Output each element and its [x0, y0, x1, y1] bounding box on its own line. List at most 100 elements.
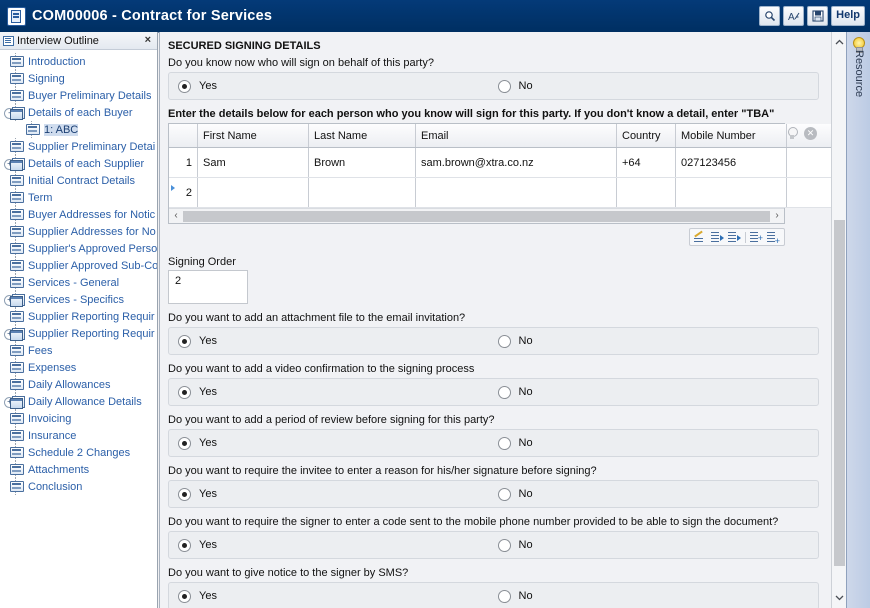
- grid-col-country[interactable]: Country: [616, 124, 676, 148]
- question-label-0: Do you know now who will sign on behalf …: [168, 57, 434, 69]
- font-size-icon[interactable]: A: [783, 6, 805, 26]
- radio-option-yes-5[interactable]: Yes: [169, 538, 494, 552]
- sidebar-item-services-specifics[interactable]: + Services - Specifics: [0, 291, 157, 308]
- grid-col-last-name[interactable]: Last Name: [308, 124, 416, 148]
- grid-scroll-left-icon[interactable]: ‹: [169, 210, 183, 222]
- cell-mobile[interactable]: [675, 177, 787, 208]
- sidebar-item-services-general[interactable]: Services - General: [0, 274, 157, 291]
- grid-col-mobile[interactable]: Mobile Number: [675, 124, 787, 148]
- cell-extra[interactable]: [786, 177, 831, 208]
- sidebar-item-conclusion[interactable]: Conclusion: [0, 478, 157, 495]
- radio-indicator-no-0[interactable]: [497, 79, 511, 93]
- table-row[interactable]: 2: [169, 177, 831, 208]
- signing-order-input[interactable]: 2: [168, 270, 248, 304]
- sidebar-item-initial-contract-details[interactable]: Initial Contract Details: [0, 172, 157, 189]
- cell-country[interactable]: [616, 177, 676, 208]
- sidebar-item-daily-allowances[interactable]: Daily Allowances: [0, 376, 157, 393]
- sidebar-item-term[interactable]: Term: [0, 189, 157, 206]
- row-number-cell[interactable]: 1: [169, 147, 198, 178]
- row-number-cell[interactable]: 2: [169, 177, 198, 208]
- radio-option-yes-6[interactable]: Yes: [169, 589, 494, 603]
- radio-option-yes-1[interactable]: Yes: [169, 334, 494, 348]
- sidebar-item-supplier-s-approved-perso[interactable]: Supplier's Approved Perso: [0, 240, 157, 257]
- scrollbar-thumb[interactable]: [834, 220, 845, 566]
- lightbulb-icon[interactable]: [787, 127, 798, 141]
- sidebar-item-details-of-each-buyer[interactable]: - Details of each Buyer: [0, 104, 157, 121]
- grid-edit-button[interactable]: [694, 230, 707, 243]
- sidebar-item-invoicing[interactable]: Invoicing: [0, 410, 157, 427]
- sidebar-item-supplier-reporting-requir[interactable]: + Supplier Reporting Requir: [0, 325, 157, 342]
- radio-indicator-no-2[interactable]: [497, 385, 511, 399]
- cell-country[interactable]: +64: [616, 147, 676, 178]
- grid-scroll-thumb[interactable]: [183, 210, 770, 222]
- cell-email[interactable]: sam.brown@xtra.co.nz: [415, 147, 617, 178]
- sidebar-item-1-abc[interactable]: 1: ABC: [0, 121, 157, 138]
- grid-header-row: First Name Last Name Email Country Mobil…: [169, 124, 831, 148]
- help-button[interactable]: Help: [831, 6, 865, 26]
- radio-option-yes-4[interactable]: Yes: [169, 487, 494, 501]
- grid-col-first-name[interactable]: First Name: [197, 124, 309, 148]
- grid-append-row-button[interactable]: [728, 231, 741, 243]
- radio-indicator-yes-3[interactable]: [178, 436, 191, 450]
- radio-option-no-0[interactable]: No: [494, 79, 533, 93]
- sidebar-item-supplier-approved-sub-co[interactable]: Supplier Approved Sub-Co: [0, 257, 157, 274]
- radio-indicator-no-3[interactable]: [497, 436, 511, 450]
- cell-mobile[interactable]: 027123456: [675, 147, 787, 178]
- radio-indicator-yes-6[interactable]: [178, 589, 191, 603]
- sidebar-item-signing[interactable]: Signing: [0, 70, 157, 87]
- radio-indicator-no-4[interactable]: [497, 487, 511, 501]
- cell-last-name[interactable]: [308, 177, 416, 208]
- sidebar-item-supplier-addresses-for-no[interactable]: Supplier Addresses for No: [0, 223, 157, 240]
- main-content-panel: SECURED SIGNING DETAILS Do you know now …: [159, 32, 831, 608]
- radio-indicator-no-6[interactable]: [497, 589, 511, 603]
- close-icon[interactable]: ×: [142, 35, 154, 46]
- grid-col-email[interactable]: Email: [415, 124, 617, 148]
- save-icon[interactable]: [807, 6, 829, 26]
- cell-email[interactable]: [415, 177, 617, 208]
- clear-circle-icon[interactable]: ✕: [804, 127, 817, 140]
- sidebar-item-buyer-addresses-for-notic[interactable]: Buyer Addresses for Notic: [0, 206, 157, 223]
- radio-option-no-5[interactable]: No: [494, 538, 533, 552]
- radio-option-no-4[interactable]: No: [494, 487, 533, 501]
- sidebar-item-buyer-preliminary-details[interactable]: Buyer Preliminary Details: [0, 87, 157, 104]
- radio-option-yes-3[interactable]: Yes: [169, 436, 494, 450]
- cell-first-name[interactable]: [197, 177, 309, 208]
- cell-last-name[interactable]: Brown: [308, 147, 416, 178]
- cell-extra[interactable]: [786, 147, 831, 178]
- grid-scroll-right-icon[interactable]: ›: [770, 210, 784, 222]
- sidebar-item-fees[interactable]: Fees: [0, 342, 157, 359]
- sidebar-item-insurance[interactable]: Insurance: [0, 427, 157, 444]
- scroll-up-icon[interactable]: [832, 35, 847, 50]
- grid-insert-row-button[interactable]: [711, 231, 724, 243]
- sidebar-item-details-of-each-supplier[interactable]: + Details of each Supplier: [0, 155, 157, 172]
- radio-option-no-6[interactable]: No: [494, 589, 533, 603]
- scroll-down-icon[interactable]: [832, 590, 847, 605]
- grid-add-row-bottom-button[interactable]: +: [767, 231, 780, 246]
- radio-indicator-yes-1[interactable]: [178, 334, 191, 348]
- radio-option-no-3[interactable]: No: [494, 436, 533, 450]
- grid-horizontal-scrollbar[interactable]: ‹ ›: [169, 208, 784, 223]
- sidebar-item-daily-allowance-details[interactable]: + Daily Allowance Details: [0, 393, 157, 410]
- radio-option-yes-2[interactable]: Yes: [169, 385, 494, 399]
- search-icon[interactable]: [759, 6, 781, 26]
- sidebar-item-expenses[interactable]: Expenses: [0, 359, 157, 376]
- radio-indicator-no-1[interactable]: [497, 334, 511, 348]
- sidebar-item-schedule-2-changes[interactable]: Schedule 2 Changes: [0, 444, 157, 461]
- radio-option-yes-0[interactable]: Yes: [169, 79, 494, 93]
- cell-first-name[interactable]: Sam: [197, 147, 309, 178]
- sidebar-item-supplier-preliminary-detai[interactable]: Supplier Preliminary Detai: [0, 138, 157, 155]
- radio-indicator-no-5[interactable]: [497, 538, 511, 552]
- radio-indicator-yes-5[interactable]: [178, 538, 191, 552]
- radio-indicator-yes-4[interactable]: [178, 487, 191, 501]
- radio-indicator-yes-0[interactable]: [178, 79, 191, 93]
- sidebar-item-introduction[interactable]: Introduction: [0, 53, 157, 70]
- radio-option-no-1[interactable]: No: [494, 334, 533, 348]
- table-row[interactable]: 1 Sam Brown sam.brown@xtra.co.nz +64 02712345…: [169, 147, 831, 178]
- sidebar-item-supplier-reporting-requir[interactable]: Supplier Reporting Requir: [0, 308, 157, 325]
- grid-add-row-top-button[interactable]: +: [750, 231, 763, 243]
- resource-panel-tab[interactable]: Resource: [846, 32, 870, 608]
- main-vertical-scrollbar[interactable]: [831, 32, 846, 608]
- radio-indicator-yes-2[interactable]: [178, 385, 191, 399]
- sidebar-item-attachments[interactable]: Attachments: [0, 461, 157, 478]
- radio-option-no-2[interactable]: No: [494, 385, 533, 399]
